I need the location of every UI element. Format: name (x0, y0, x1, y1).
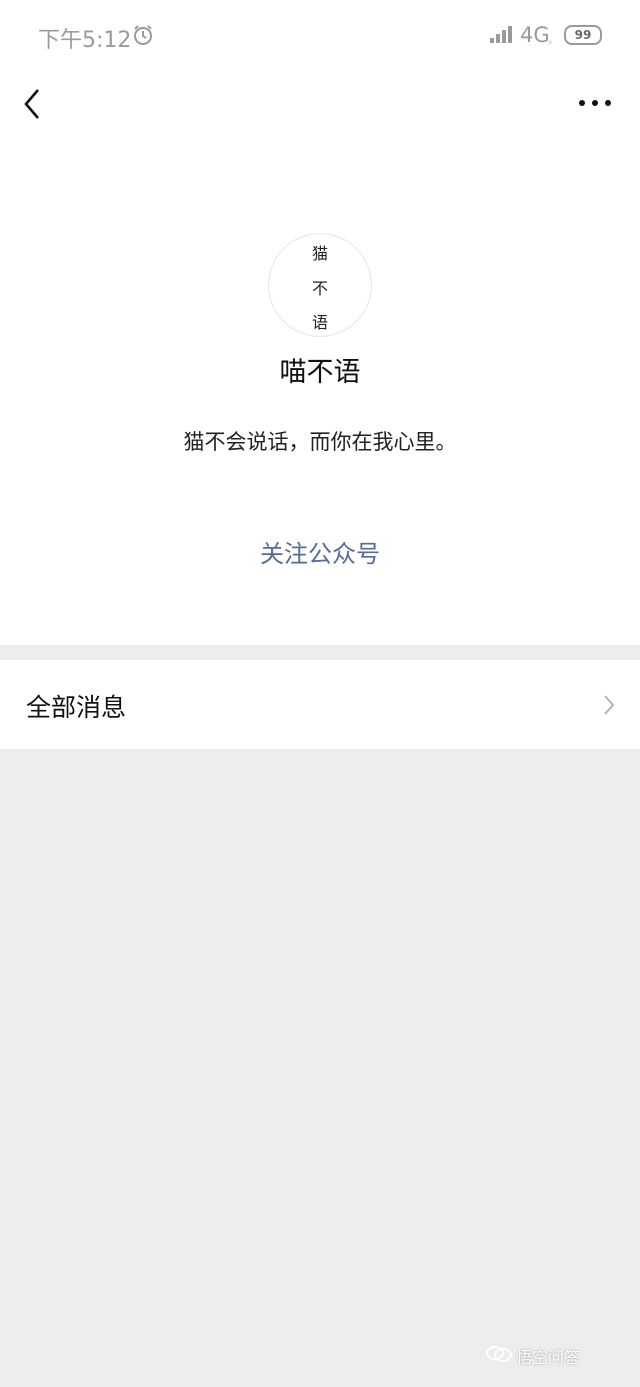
avatar-text-line: 语 (311, 313, 328, 332)
avatar-text-line: 猫 (311, 244, 328, 263)
status-bar: 下午5:12 4G ᵢₗ 99 (0, 0, 640, 70)
network-label: 4G (520, 23, 550, 47)
avatar-text-line: 不 (311, 279, 328, 298)
all-messages-row[interactable]: 全部消息 (0, 660, 640, 749)
chevron-right-icon (604, 695, 615, 715)
chat-bubbles-icon (486, 1346, 512, 1362)
alarm-icon (134, 25, 152, 45)
battery-indicator: 99 (564, 25, 602, 45)
more-dots-icon[interactable] (578, 96, 612, 110)
profile-panel: 下午5:12 4G ᵢₗ 99 猫 不 语 喵不语 猫不会说话，而你在我心里。 … (0, 0, 640, 645)
chevron-left-icon[interactable] (18, 84, 48, 124)
status-time: 下午5:12 (38, 28, 132, 53)
signal-icon (490, 26, 512, 43)
follow-button[interactable]: 关注公众号 (220, 534, 420, 574)
avatar[interactable]: 猫 不 语 (268, 233, 372, 337)
account-name: 喵不语 (279, 357, 361, 388)
account-description: 猫不会说话，而你在我心里。 (183, 430, 457, 454)
watermark-text: 悟空问答 (516, 1348, 581, 1367)
all-messages-label: 全部消息 (26, 693, 127, 722)
network-sub-label: ᵢₗ (549, 37, 552, 46)
